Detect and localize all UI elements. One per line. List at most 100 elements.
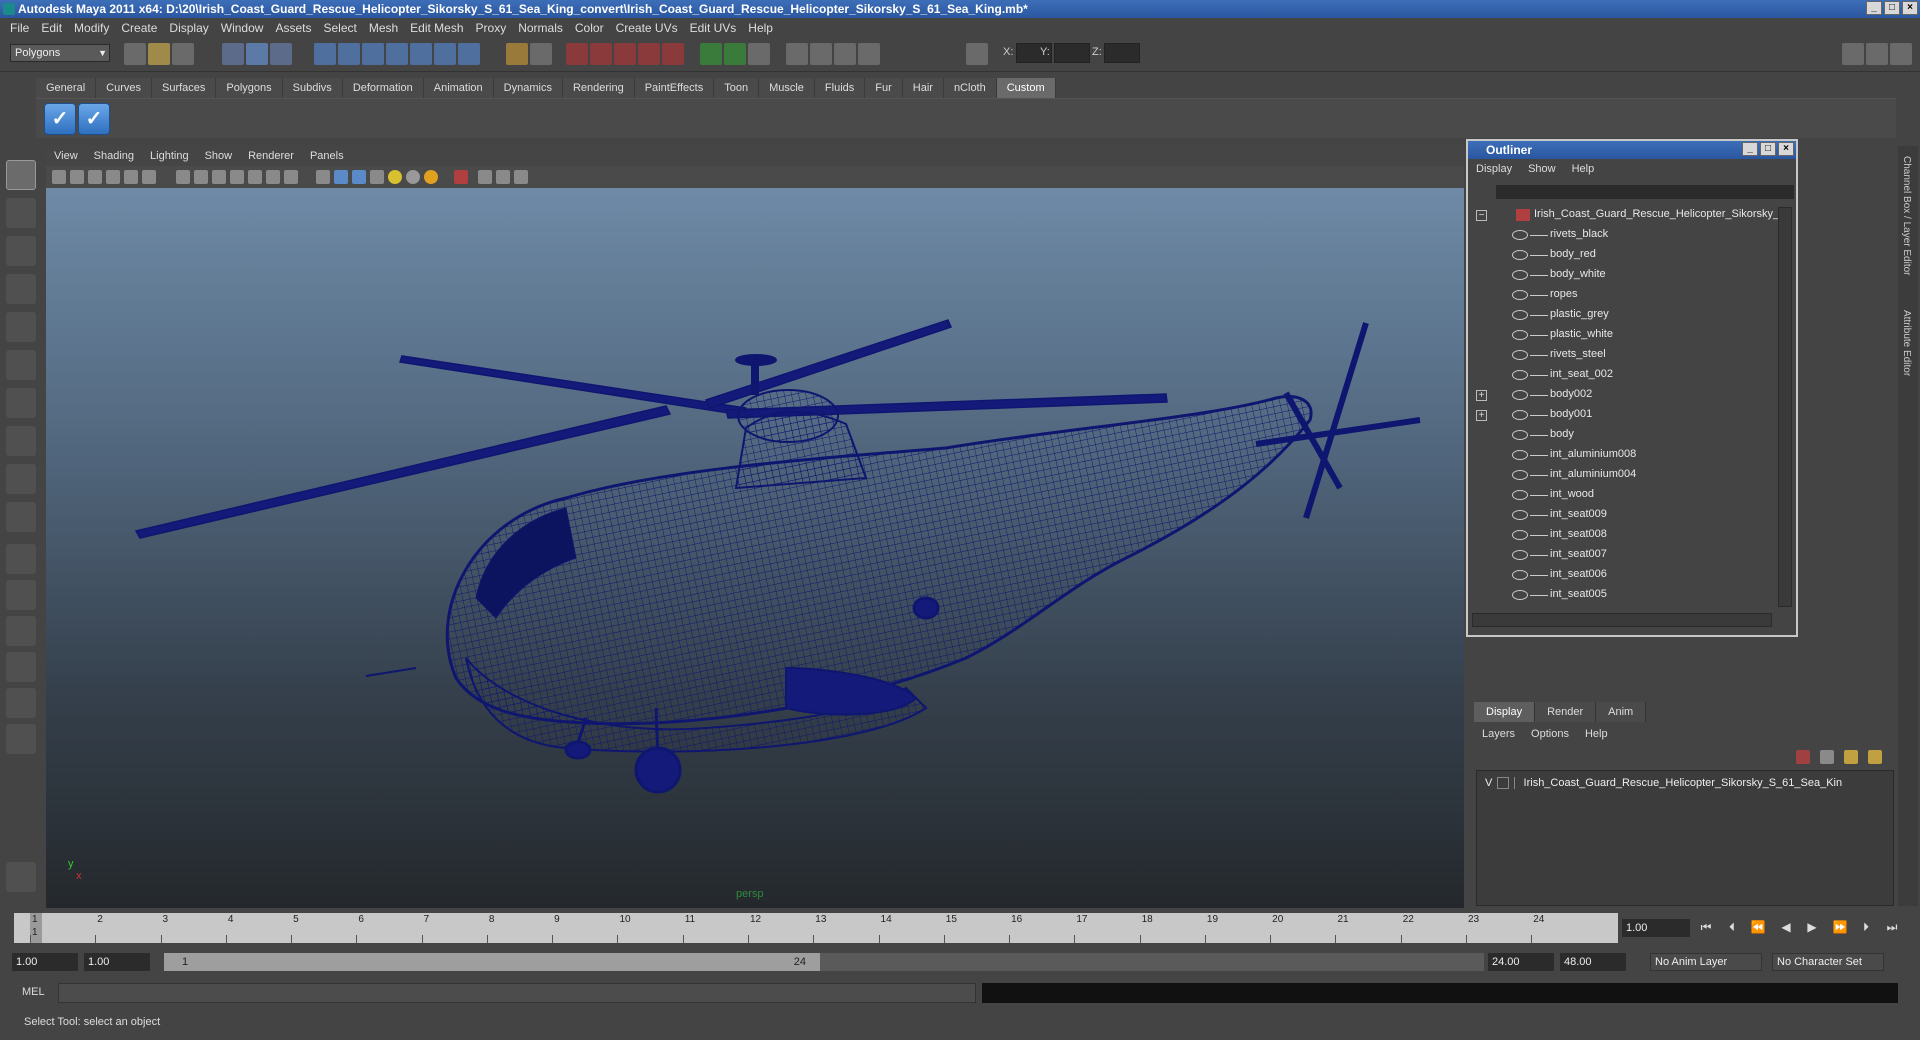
animation-start-field[interactable]: 1.00 [12,953,78,971]
outliner-item[interactable]: int_seat007 [1468,545,1778,565]
graph-layout-icon[interactable] [6,652,36,682]
snap-grid-icon[interactable] [314,43,336,65]
camera-attr-icon[interactable] [724,43,746,65]
tab-animation[interactable]: Animation [423,78,494,98]
outliner-menu-help[interactable]: Help [1564,163,1603,175]
mel-input[interactable] [58,983,976,1003]
bookmarks-icon[interactable] [88,170,102,184]
close-button[interactable]: × [1902,1,1918,15]
playback-start-field[interactable]: 1.00 [84,953,150,971]
outliner-item[interactable]: rivets_black [1468,225,1778,245]
tab-deformation[interactable]: Deformation [342,78,424,98]
layer-color-swatch[interactable] [1514,777,1520,790]
tab-render[interactable]: Render [1535,702,1597,722]
outliner-item[interactable]: ropes [1468,285,1778,305]
attribute-editor-side-tab[interactable]: Attribute Editor [1901,310,1912,376]
layer-remove-icon[interactable] [1868,750,1882,764]
layer-template-toggle[interactable] [1497,777,1510,790]
isolate-select-icon[interactable] [454,170,468,184]
tab-anim[interactable]: Anim [1596,702,1647,722]
outliner-item[interactable]: + body001 [1468,405,1778,425]
expand-icon[interactable]: + [1476,390,1487,401]
outliner-minimize-button[interactable]: _ [1742,142,1758,156]
single-pane-layout-icon[interactable] [6,544,36,574]
outliner-menu-show[interactable]: Show [1520,163,1564,175]
menu-window[interactable]: Window [215,21,270,35]
grease-pencil-icon[interactable] [142,170,156,184]
toggle-tool-settings-icon[interactable] [1866,43,1888,65]
xray-components-icon[interactable] [514,170,528,184]
outliner-horizontal-scrollbar[interactable] [1472,613,1772,627]
z-field[interactable] [1104,43,1140,63]
ipr-render-icon[interactable] [590,43,612,65]
outliner-maximize-button[interactable]: □ [1760,142,1776,156]
outliner-layout-icon[interactable] [6,616,36,646]
lock-icon[interactable] [506,43,528,65]
step-forward-frame-icon[interactable]: ⏵ [1856,920,1876,936]
outliner-item[interactable]: body_white [1468,265,1778,285]
minimize-button[interactable]: _ [1866,1,1882,15]
tab-toon[interactable]: Toon [714,78,760,98]
select-camera-icon[interactable] [52,170,66,184]
manipulator-tool-icon[interactable] [6,388,36,418]
anim-layer-dropdown[interactable]: No Anim Layer [1650,953,1762,971]
tab-fluids[interactable]: Fluids [814,78,866,98]
outliner-item[interactable]: int_seat008 [1468,525,1778,545]
tab-curves[interactable]: Curves [96,78,152,98]
select-tool-icon[interactable] [6,160,36,190]
character-set-dropdown[interactable]: No Character Set [1772,953,1884,971]
outliner-item[interactable]: int_aluminium008 [1468,445,1778,465]
animation-end-field[interactable]: 48.00 [1560,953,1626,971]
checkmark-shelf-icon[interactable]: ✓ [44,103,76,135]
outliner-item[interactable]: body_red [1468,245,1778,265]
outliner-item[interactable]: int_seat005 [1468,585,1778,605]
wireframe-icon[interactable] [316,170,330,184]
layer-visibility-toggle[interactable]: V [1485,777,1492,789]
lasso-tool-icon[interactable] [6,198,36,228]
tab-surfaces[interactable]: Surfaces [151,78,217,98]
outliner-root-item[interactable]: − Irish_Coast_Guard_Rescue_Helicopter_Sik… [1468,205,1779,225]
tab-painteffects[interactable]: PaintEffects [634,78,715,98]
expand-icon[interactable]: + [1476,410,1487,421]
current-frame-field[interactable]: 1.00 [1622,919,1690,937]
outliner-vertical-scrollbar[interactable] [1778,207,1792,607]
step-forward-key-icon[interactable]: ⏩ [1830,920,1850,936]
vp-menu-lighting[interactable]: Lighting [142,150,197,162]
vp-menu-shading[interactable]: Shading [86,150,142,162]
menu-create-uvs[interactable]: Create UVs [610,21,684,35]
vp-menu-view[interactable]: View [46,150,86,162]
menu-edit-uvs[interactable]: Edit UVs [684,21,743,35]
menu-select[interactable]: Select [317,21,362,35]
menu-normals[interactable]: Normals [512,21,569,35]
outliner-filter-input[interactable] [1496,185,1794,199]
go-to-start-icon[interactable]: ⏮ [1696,920,1716,936]
high-quality-icon[interactable] [424,170,438,184]
menu-file[interactable]: File [4,21,35,35]
layer-menu-layers[interactable]: Layers [1474,728,1523,740]
tab-polygons[interactable]: Polygons [216,78,283,98]
menu-assets[interactable]: Assets [269,21,317,35]
tab-ncloth[interactable]: nCloth [943,78,997,98]
smooth-shade-icon[interactable] [334,170,348,184]
save-scene-icon[interactable] [172,43,194,65]
menu-help[interactable]: Help [742,21,779,35]
tab-display[interactable]: Display [1474,702,1536,722]
field-chart-icon[interactable] [248,170,262,184]
render-settings-icon[interactable] [614,43,636,65]
snap-point-icon[interactable] [362,43,384,65]
last-tool-icon[interactable] [6,502,36,532]
snap-view-plane-icon[interactable] [386,43,408,65]
menu-edit-mesh[interactable]: Edit Mesh [404,21,469,35]
menu-create[interactable]: Create [115,21,163,35]
outliner-item[interactable]: int_aluminium004 [1468,465,1778,485]
safe-title-icon[interactable] [284,170,298,184]
render-current-icon[interactable] [566,43,588,65]
play-forward-icon[interactable]: ▶ [1802,920,1822,936]
tab-custom[interactable]: Custom [996,78,1056,98]
script-editor-icon[interactable] [6,862,36,892]
new-scene-icon[interactable] [124,43,146,65]
gate-mask-icon[interactable] [230,170,244,184]
history-icon[interactable] [434,43,456,65]
input-output-icon[interactable] [530,43,552,65]
film-gate-icon[interactable] [194,170,208,184]
